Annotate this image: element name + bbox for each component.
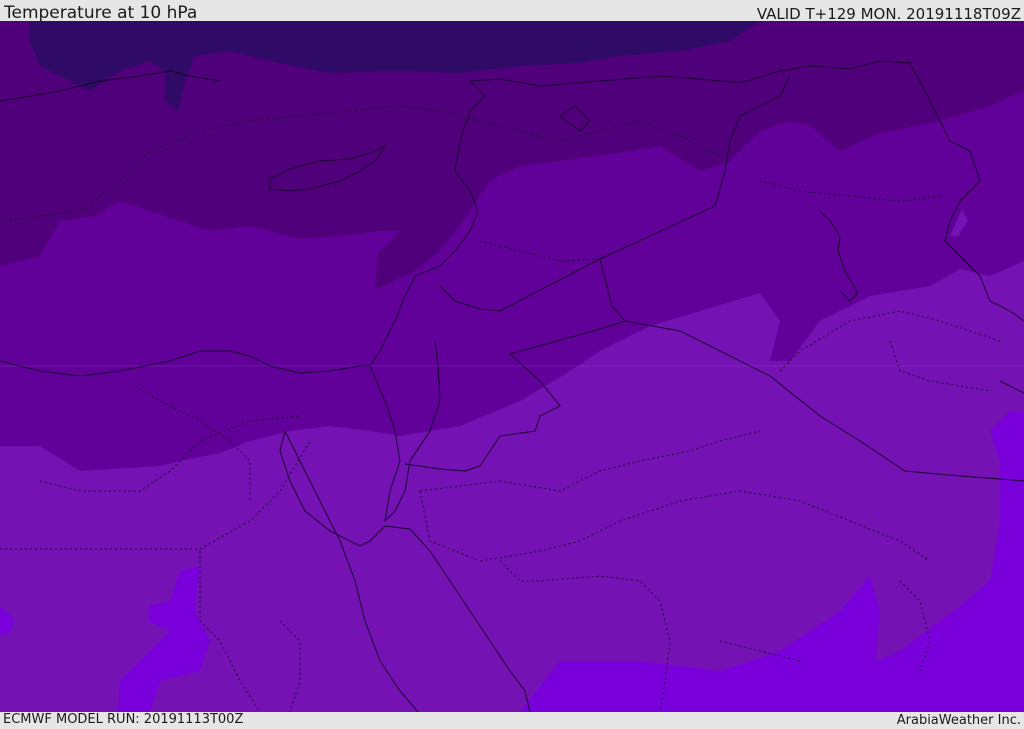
map-canvas [0, 21, 1024, 712]
model-run-label: ECMWF MODEL RUN: 20191113T00Z [3, 712, 244, 727]
map-title: Temperature at 10 hPa [4, 3, 198, 23]
header-bar: Temperature at 10 hPa VALID T+129 MON. 2… [0, 0, 1024, 23]
footer-bar: ECMWF MODEL RUN: 20191113T00Z ArabiaWeat… [0, 712, 1024, 729]
credit-label: ArabiaWeather Inc. [896, 713, 1021, 728]
weather-map[interactable] [0, 21, 1024, 712]
